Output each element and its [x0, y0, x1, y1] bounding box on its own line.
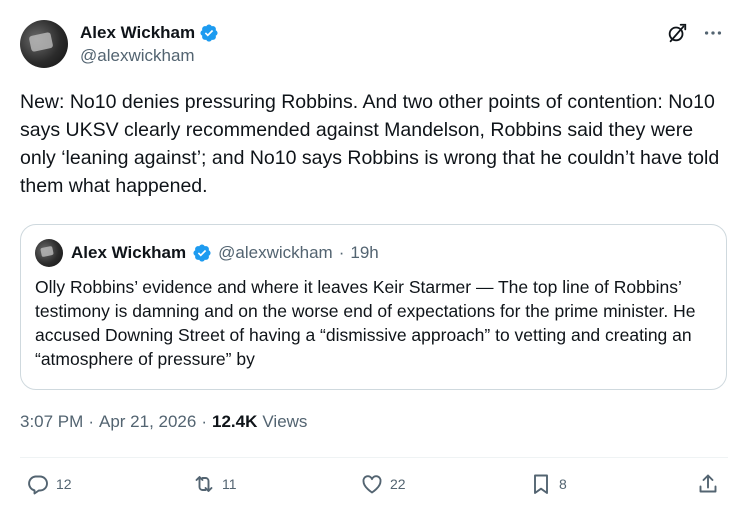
tweet-time[interactable]: 3:07 PM — [20, 412, 83, 432]
verified-badge-icon[interactable] — [199, 23, 219, 43]
author-name-row: Alex Wickham — [80, 23, 219, 43]
bookmark-button[interactable]: 8 — [529, 472, 567, 496]
grok-icon[interactable] — [666, 22, 688, 44]
meta-separator: · — [88, 412, 94, 431]
header-actions — [666, 22, 724, 44]
repost-icon — [195, 476, 213, 492]
like-button[interactable]: 22 — [360, 472, 406, 496]
author-display-name[interactable]: Alex Wickham — [80, 23, 195, 43]
quoted-author-avatar — [35, 239, 63, 267]
quoted-timestamp: 19h — [350, 243, 379, 262]
tweet-header: Alex Wickham @alexwickham — [20, 16, 724, 72]
tweet-meta: 3:07 PM · Apr 21, 2026 · 12.4K Views — [20, 412, 307, 432]
reply-icon — [28, 475, 48, 495]
reply-button[interactable]: 12 — [26, 472, 72, 496]
author-avatar[interactable] — [20, 20, 68, 68]
quoted-author-display-name: Alex Wickham — [71, 243, 187, 262]
quoted-tweet-card[interactable]: Alex Wickham @alexwickham · 19h Olly Rob… — [20, 224, 727, 390]
share-button[interactable] — [696, 472, 720, 496]
views-label: Views — [262, 412, 308, 431]
author-names: Alex Wickham @alexwickham — [80, 23, 219, 66]
reply-count: 12 — [56, 476, 72, 492]
author-handle[interactable]: @alexwickham — [80, 46, 219, 66]
repost-count: 11 — [222, 476, 237, 492]
tweet-text: New: No10 denies pressuring Robbins. And… — [20, 91, 720, 197]
views-count: 12.4K — [212, 412, 258, 431]
repost-button[interactable]: 11 — [192, 472, 237, 496]
tweet-date[interactable]: Apr 21, 2026 — [99, 412, 196, 432]
quoted-tweet-header: Alex Wickham @alexwickham · 19h — [35, 239, 712, 267]
more-icon[interactable] — [702, 22, 724, 44]
divider — [20, 457, 728, 458]
heart-icon — [362, 475, 382, 494]
like-count: 22 — [390, 476, 406, 492]
bookmark-icon — [534, 474, 548, 494]
bookmark-count: 8 — [559, 476, 567, 492]
share-icon — [699, 474, 717, 493]
meta-separator: · — [201, 412, 208, 431]
quoted-separator: · — [338, 243, 345, 262]
action-bar: 12 11 22 8 — [20, 472, 728, 504]
quoted-author-handle: @alexwickham — [218, 243, 333, 262]
quoted-tweet-text: Olly Robbins’ evidence and where it leav… — [35, 277, 696, 369]
quoted-verified-badge-icon — [192, 243, 212, 263]
